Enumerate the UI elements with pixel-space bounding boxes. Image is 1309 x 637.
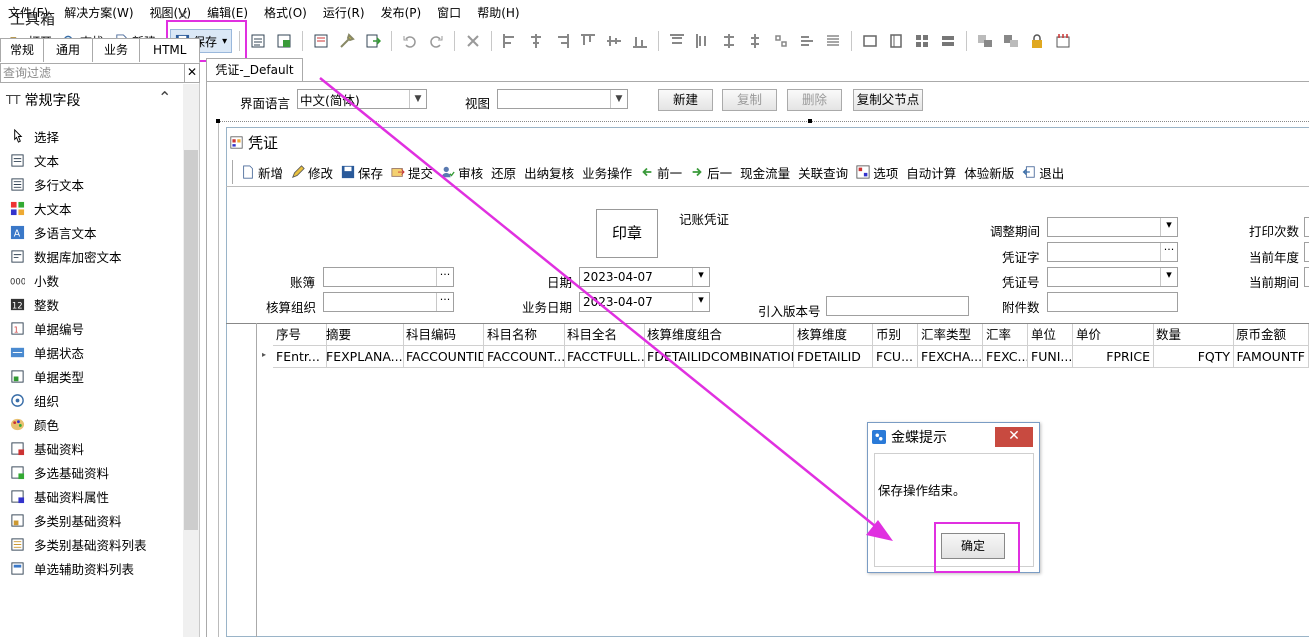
annotation-arrow	[319, 77, 893, 541]
annotation-arrow-line	[319, 77, 881, 531]
app-window: 文件(F) 解决方案(W) 视图(V) 编辑(E) 格式(O) 运行(R) 发布…	[0, 0, 1309, 637]
